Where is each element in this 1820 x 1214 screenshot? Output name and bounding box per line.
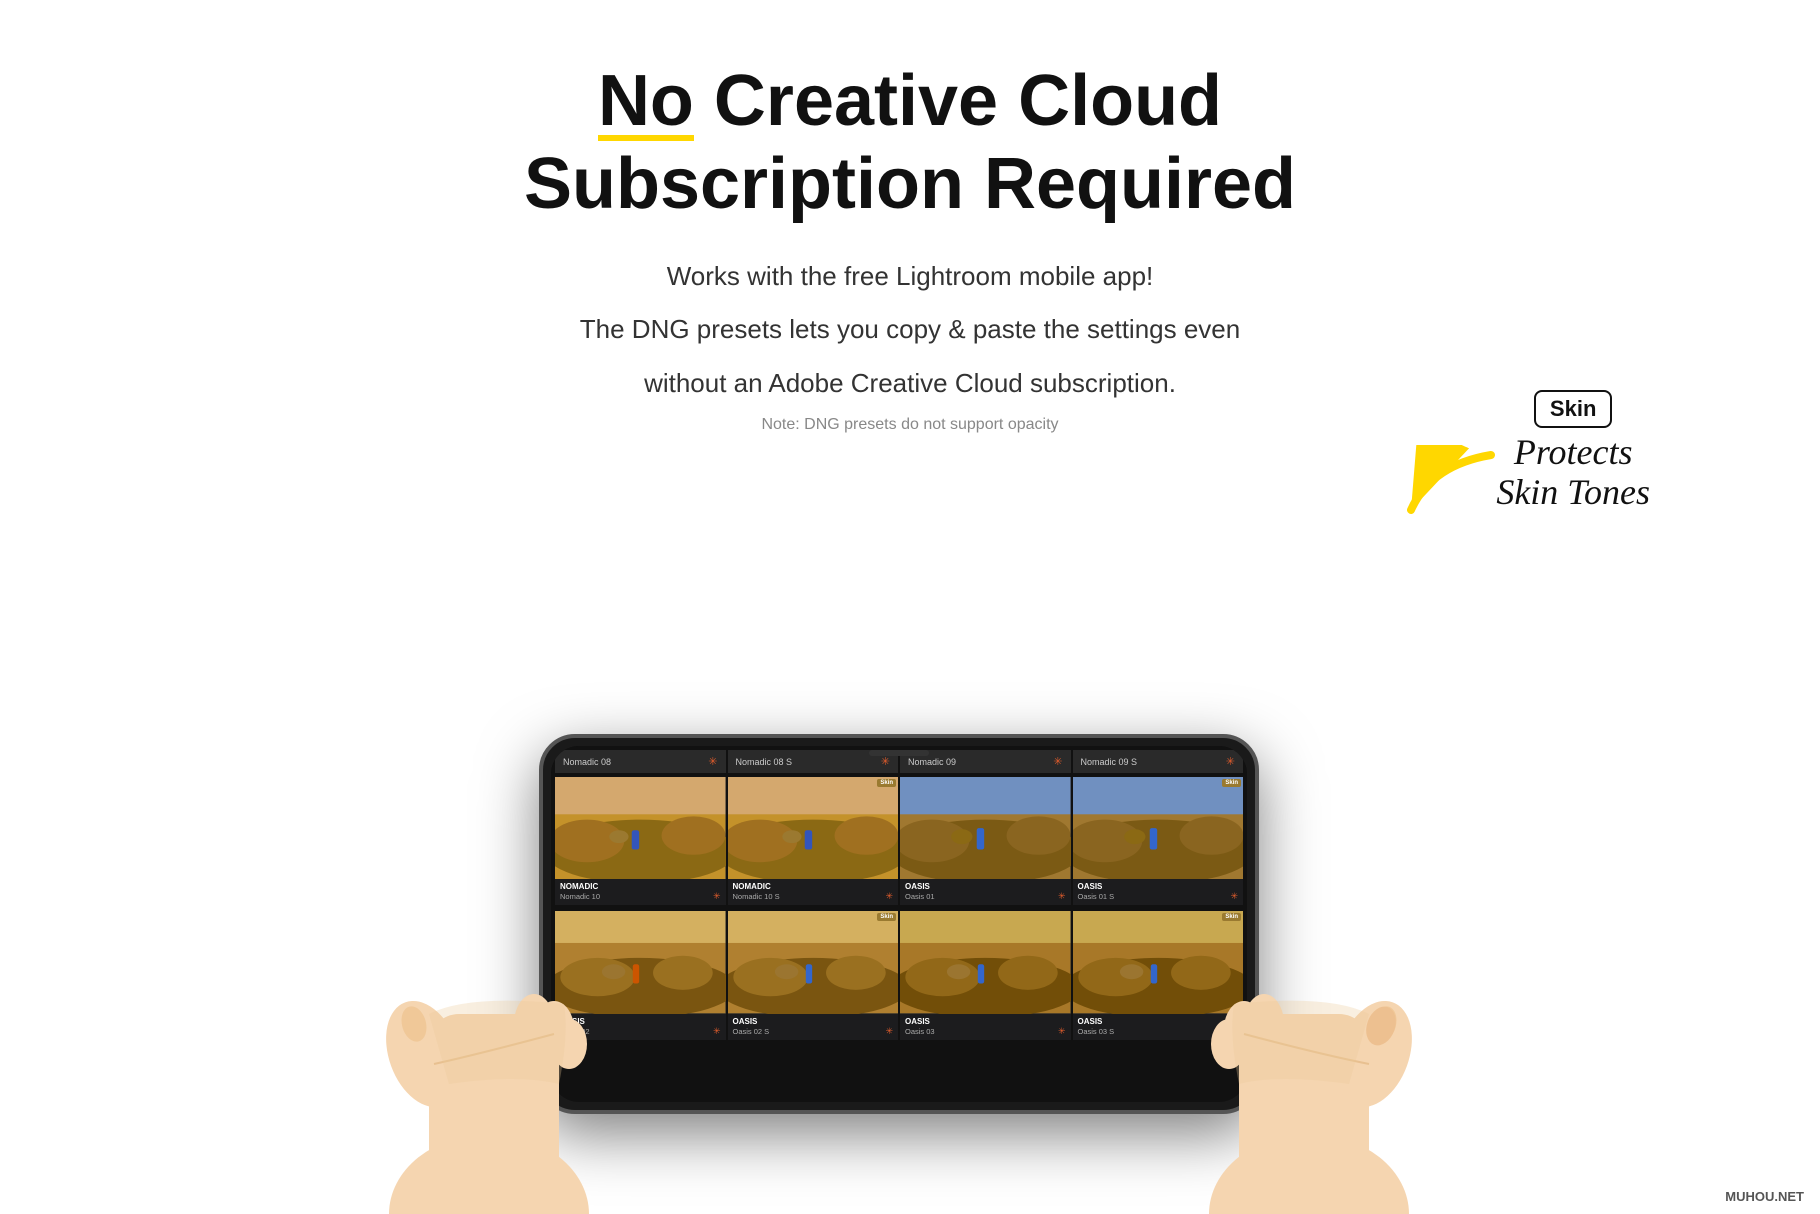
preset-cell-oasis01[interactable]: OASIS Oasis 01 ✳	[900, 777, 1071, 905]
scene-container: Nomadic 08 ✳ Nomadic 08 S ✳ Nomadic 09 ✳…	[349, 534, 1449, 1214]
preset-cell-oasis03[interactable]: OASIS Oasis 03 ✳	[900, 911, 1071, 1039]
header-name-1: Nomadic 08 S	[736, 757, 793, 767]
subtitle-line2: The DNG presets lets you copy & paste th…	[0, 309, 1820, 351]
right-hand	[1149, 584, 1449, 1214]
header-name-2: Nomadic 09	[908, 757, 956, 767]
protects-text-line2: Skin Tones	[1496, 473, 1650, 513]
main-title: No Creative Cloud Subscription Required	[0, 60, 1820, 226]
highlight-no: No	[598, 60, 694, 143]
phone-notch	[869, 750, 929, 756]
protects-text-line1: Protects	[1496, 433, 1650, 473]
subtitle-line1: Works with the free Lightroom mobile app…	[0, 256, 1820, 298]
skin-label-box: Skin	[1534, 390, 1612, 428]
preset-cell-oasis02s[interactable]: Skin OASIS	[728, 911, 899, 1039]
star-icon-1: ✳	[881, 755, 890, 768]
left-hand	[349, 584, 649, 1214]
star-icon-0: ✳	[708, 755, 717, 768]
phone-screen: Nomadic 08 ✳ Nomadic 08 S ✳ Nomadic 09 ✳…	[551, 746, 1247, 1102]
skin-annotation: Skin Protects Skin Tones	[1496, 390, 1650, 512]
header-name-3: Nomadic 09 S	[1081, 757, 1138, 767]
page-container: No Creative Cloud Subscription Required …	[0, 0, 1820, 1214]
watermark: MUHOU.NET	[1725, 1189, 1804, 1204]
preset-cell-nomadic10s[interactable]: Skin NOMADI	[728, 777, 899, 905]
arrow-icon	[1401, 445, 1501, 525]
header-section: No Creative Cloud Subscription Required …	[0, 0, 1820, 434]
star-icon-2: ✳	[1053, 755, 1062, 768]
